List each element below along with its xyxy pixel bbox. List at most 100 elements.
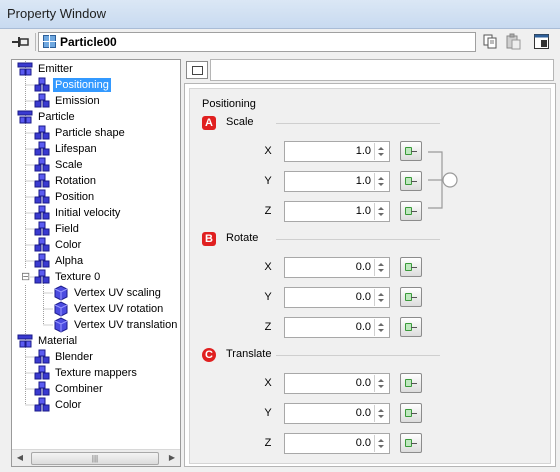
animation-toggle-button[interactable] xyxy=(400,433,422,453)
property-header xyxy=(184,59,554,81)
paste-icon[interactable] xyxy=(505,33,522,50)
axis-label: Y xyxy=(264,175,272,187)
node-leaf-icon xyxy=(34,189,50,204)
spinner-icon[interactable] xyxy=(374,405,388,422)
tree-item-label: Combiner xyxy=(55,383,103,395)
toolbar-separator xyxy=(35,33,36,51)
value-input[interactable]: 0.0 xyxy=(284,433,390,454)
tree-item-label: Scale xyxy=(55,159,83,171)
section-label: Rotate xyxy=(226,232,259,244)
node-group-icon xyxy=(17,62,33,76)
section-badge-icon: A xyxy=(202,116,216,130)
tree-item-label: Color xyxy=(55,399,82,411)
node-leaf-icon xyxy=(34,77,50,92)
node-leaf-icon xyxy=(34,157,50,172)
animation-toggle-button[interactable] xyxy=(400,403,422,423)
value-text: 1.0 xyxy=(355,175,371,187)
spinner-icon[interactable] xyxy=(374,289,388,306)
node-leaf-icon xyxy=(34,397,50,412)
cube-icon xyxy=(54,317,68,333)
axis-label: X xyxy=(264,261,272,273)
property-filter-field[interactable] xyxy=(210,59,554,81)
spinner-icon[interactable] xyxy=(374,173,388,190)
axis-label: Z xyxy=(264,205,272,217)
node-group-icon xyxy=(17,110,33,124)
property-tree[interactable]: Emitter Positioning Emission Particle Partic… xyxy=(11,59,181,467)
section-divider xyxy=(276,123,440,124)
animation-toggle-button[interactable] xyxy=(400,317,422,337)
spinner-icon[interactable] xyxy=(374,435,388,452)
animation-toggle-button[interactable] xyxy=(400,257,422,277)
animation-toggle-button[interactable] xyxy=(400,373,422,393)
spinner-icon[interactable] xyxy=(374,143,388,160)
value-text: 0.0 xyxy=(355,407,371,419)
section-divider xyxy=(276,355,440,356)
axis-label: Y xyxy=(264,291,272,303)
scale-link-icon[interactable] xyxy=(428,147,458,213)
tree-item-label: Texture mappers xyxy=(55,367,137,379)
tree-item-label: Vertex UV translation xyxy=(74,319,178,331)
property-panel: Positioning A Scale X 1.0 Y 1.0 Z 1.0 B Rotate X 0.… xyxy=(184,83,556,467)
object-name-field[interactable]: Particle00 xyxy=(38,32,476,52)
value-input[interactable]: 0.0 xyxy=(284,257,390,278)
grid-icon xyxy=(43,35,56,48)
spinner-icon[interactable] xyxy=(374,203,388,220)
tree-item-label: Alpha xyxy=(55,255,84,267)
value-input[interactable]: 0.0 xyxy=(284,287,390,308)
collapse-icon[interactable]: ⊟ xyxy=(21,269,31,285)
animation-toggle-button[interactable] xyxy=(400,171,422,191)
pin-icon[interactable] xyxy=(12,35,30,49)
value-input[interactable]: 1.0 xyxy=(284,201,390,222)
tree-item-label: Color xyxy=(55,239,82,251)
positioning-group: Positioning A Scale X 1.0 Y 1.0 Z 1.0 B Rotate X 0.… xyxy=(189,88,551,464)
node-leaf-icon xyxy=(34,93,50,108)
animation-toggle-button[interactable] xyxy=(400,287,422,307)
scroll-left-icon[interactable]: ◀ xyxy=(12,450,28,466)
spinner-icon[interactable] xyxy=(374,375,388,392)
tree-item-label: Vertex UV scaling xyxy=(74,287,161,299)
axis-label: X xyxy=(264,377,272,389)
tree-horizontal-scrollbar[interactable]: ◀ ||| ▶ xyxy=(12,449,180,466)
value-input[interactable]: 0.0 xyxy=(284,373,390,394)
node-leaf-icon xyxy=(34,237,50,252)
tree-item-label: Particle shape xyxy=(55,127,125,139)
value-text: 0.0 xyxy=(355,437,371,449)
axis-label: X xyxy=(264,145,272,157)
scroll-right-icon[interactable]: ▶ xyxy=(164,450,180,466)
value-input[interactable]: 1.0 xyxy=(284,141,390,162)
value-text: 1.0 xyxy=(355,205,371,217)
tree-item-label: Material xyxy=(38,335,78,347)
node-leaf-icon xyxy=(34,365,50,380)
tree-item-label: Emitter xyxy=(38,63,73,75)
tree-item-label: Initial velocity xyxy=(55,207,121,219)
spinner-icon[interactable] xyxy=(374,319,388,336)
tree-item-label: Positioning xyxy=(53,78,111,92)
animation-toggle-button[interactable] xyxy=(400,141,422,161)
tree-item-label: Lifespan xyxy=(55,143,97,155)
value-text: 0.0 xyxy=(355,261,371,273)
section-label: Translate xyxy=(226,348,272,360)
section-divider xyxy=(276,239,440,240)
value-input[interactable]: 1.0 xyxy=(284,171,390,192)
tree-item-label: Vertex UV rotation xyxy=(74,303,164,315)
tree-item-label: Blender xyxy=(55,351,93,363)
tree-item-label: Emission xyxy=(55,95,100,107)
value-input[interactable]: 0.0 xyxy=(284,403,390,424)
node-leaf-icon xyxy=(34,253,50,268)
spinner-icon[interactable] xyxy=(374,259,388,276)
tree-item-label: Particle xyxy=(38,111,75,123)
node-leaf-icon xyxy=(34,221,50,236)
panel-icon[interactable] xyxy=(533,33,550,50)
view-toggle-button[interactable] xyxy=(186,61,208,79)
cube-icon xyxy=(54,285,68,301)
node-leaf-icon xyxy=(34,173,50,188)
node-leaf-icon xyxy=(34,269,50,284)
scroll-thumb[interactable]: ||| xyxy=(31,452,159,465)
tree-item-label: Field xyxy=(55,223,79,235)
value-input[interactable]: 0.0 xyxy=(284,317,390,338)
copy-icon[interactable] xyxy=(482,33,499,50)
value-text: 1.0 xyxy=(355,145,371,157)
animation-toggle-button[interactable] xyxy=(400,201,422,221)
tree-item-label: Texture 0 xyxy=(55,271,101,283)
group-title: Positioning xyxy=(202,98,256,110)
